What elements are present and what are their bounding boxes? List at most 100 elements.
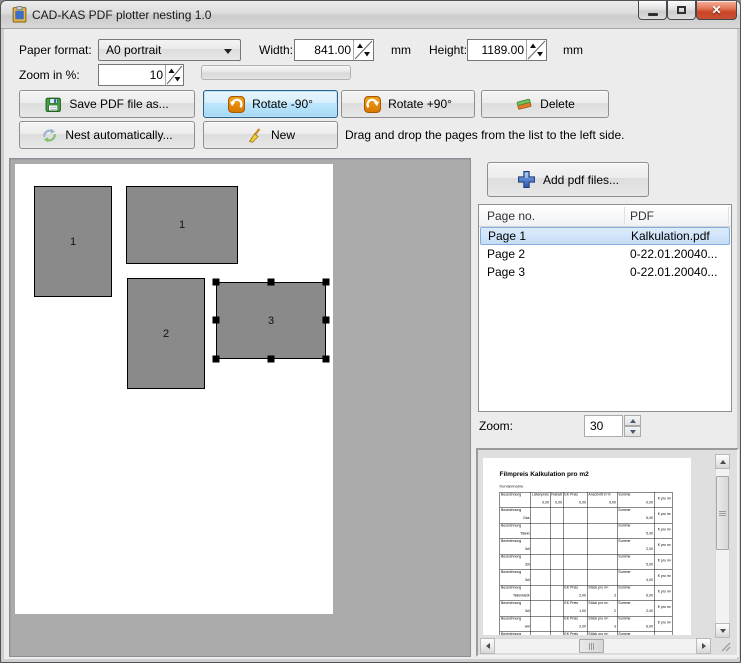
preview-vertical-scrollbar[interactable] <box>715 454 730 638</box>
maximize-button[interactable] <box>667 1 696 20</box>
nesting-canvas[interactable]: 1 1 2 3 <box>9 158 471 657</box>
scroll-up-button[interactable] <box>715 454 730 469</box>
save-pdf-button[interactable]: Save PDF file as... <box>19 90 195 118</box>
selection-handle-e[interactable] <box>323 317 330 324</box>
scroll-right-button[interactable] <box>696 638 711 654</box>
app-window: CAD-KAS PDF plotter nesting 1.0 ✕ Paper … <box>0 0 741 663</box>
height-input[interactable] <box>468 40 526 60</box>
selection-handle-sw[interactable] <box>213 356 220 363</box>
preview-zoom-input[interactable] <box>585 416 622 436</box>
column-divider[interactable] <box>728 207 729 224</box>
nested-page-1-landscape[interactable]: 1 <box>126 186 238 264</box>
page-no-cell: Page 2 <box>487 245 525 263</box>
scroll-down-button[interactable] <box>715 623 730 638</box>
column-header-pdf[interactable]: PDF <box>630 209 654 223</box>
spin-up-button[interactable] <box>624 415 641 426</box>
nested-page-3-selected[interactable]: 3 <box>216 282 326 359</box>
preview-table-cell: Rabatt0,00 <box>550 492 563 508</box>
preview-table-cell: Stück pro m²2 <box>587 601 617 617</box>
minimize-button[interactable] <box>638 1 667 20</box>
preview-table-cell: EK Preis1,00 <box>563 601 587 617</box>
preview-table-cell <box>531 601 550 617</box>
height-spin-buttons[interactable] <box>526 40 546 60</box>
preview-doc-subtitle: Kundenname <box>500 484 524 489</box>
preview-table-cell <box>587 554 617 570</box>
zoom-in-spin-buttons[interactable] <box>165 65 183 85</box>
paper-format-select[interactable]: A0 portrait <box>98 39 241 61</box>
selection-handle-s[interactable] <box>268 356 275 363</box>
selection-handle-nw[interactable] <box>213 279 220 286</box>
nested-page-2[interactable]: 2 <box>127 278 205 389</box>
width-input[interactable] <box>295 40 353 60</box>
preview-table-cell: Summe6,00 <box>617 616 654 632</box>
new-button[interactable]: New <box>203 121 338 149</box>
titlebar[interactable]: CAD-KAS PDF plotter nesting 1.0 ✕ <box>1 1 740 29</box>
column-divider[interactable] <box>624 207 625 224</box>
preview-table-cell: Bezeichnung3di <box>500 539 531 555</box>
preview-table-cell <box>654 632 672 635</box>
preview-table-cell: € pro m² <box>654 523 672 539</box>
close-button[interactable]: ✕ <box>696 1 737 20</box>
zoom-label: Zoom: <box>479 419 513 433</box>
preview-horizontal-scrollbar[interactable] <box>480 638 711 654</box>
delete-label: Delete <box>540 97 575 111</box>
pdf-cell: 0-22.01.20040... <box>630 245 717 263</box>
thumb-grip <box>719 511 726 516</box>
preview-table-cell: Anschnitt in %0,00 <box>587 492 617 508</box>
preview-table-cell <box>550 616 563 632</box>
list-row-page-3[interactable]: Page 3 0-22.01.20040... <box>479 263 731 281</box>
preview-table-cell: € pro m² <box>654 585 672 601</box>
preview-table-cell <box>531 570 550 586</box>
preview-table-cell: BezeichnungTeilenklebt <box>500 585 531 601</box>
new-label: New <box>271 128 295 142</box>
preview-table: BezeichnungListenpreis0,00Rabatt0,00EK P… <box>500 492 673 635</box>
selection-handle-n[interactable] <box>268 279 275 286</box>
selection-handle-w[interactable] <box>213 317 220 324</box>
preview-table-cell: € pro m² <box>654 601 672 617</box>
close-icon: ✕ <box>711 3 721 17</box>
rotate-right-button[interactable]: Rotate +90° <box>341 90 475 118</box>
paper-format-value: A0 portrait <box>106 43 161 57</box>
up-down-diagonal-icon <box>166 65 183 85</box>
selection-handle-se[interactable] <box>323 356 330 363</box>
zoom-trackbar[interactable] <box>201 65 351 80</box>
resize-grip-icon[interactable] <box>718 639 733 654</box>
page-number-label: 1 <box>70 236 76 248</box>
preview-table-cell <box>531 539 550 555</box>
add-pdf-files-button[interactable]: Add pdf files... <box>487 162 649 197</box>
preview-table-cell: Summe4,00 <box>617 570 654 586</box>
zoom-in-input[interactable] <box>99 65 165 85</box>
column-header-page-no[interactable]: Page no. <box>487 209 535 223</box>
list-row-page-1[interactable]: Page 1 Kalkulation.pdf <box>480 227 730 245</box>
width-unit: mm <box>391 43 411 57</box>
vertical-scroll-thumb[interactable] <box>716 476 729 550</box>
broom-icon <box>246 127 264 144</box>
rotate-left-button[interactable]: Rotate -90° <box>203 90 338 118</box>
spin-down-button[interactable] <box>624 426 641 437</box>
zoom-in-label: Zoom in %: <box>19 68 80 82</box>
list-header[interactable]: Page no. PDF <box>479 205 731 227</box>
recycle-arrows-icon <box>41 127 58 144</box>
rotate-right-label: Rotate +90° <box>388 97 452 111</box>
width-spin-buttons[interactable] <box>353 40 373 60</box>
paper-sheet[interactable]: 1 1 2 3 <box>15 164 333 614</box>
preview-table-cell: Summe0,00 <box>617 492 654 508</box>
horizontal-scroll-thumb[interactable] <box>579 639 604 653</box>
up-down-diagonal-icon <box>527 40 546 60</box>
nested-page-1-portrait[interactable]: 1 <box>34 186 112 297</box>
preview-table-cell <box>563 508 587 524</box>
scroll-left-button[interactable] <box>480 638 495 654</box>
list-row-page-2[interactable]: Page 2 0-22.01.20040... <box>479 245 731 263</box>
preview-table-cell <box>550 570 563 586</box>
preview-table-cell <box>550 539 563 555</box>
app-icon <box>11 6 28 23</box>
preview-table-cell <box>550 601 563 617</box>
nest-automatically-button[interactable]: Nest automatically... <box>19 121 195 149</box>
preview-table-cell: Summe5,00 <box>617 554 654 570</box>
width-field-group <box>294 39 374 61</box>
down-arrow-icon <box>630 430 636 434</box>
selection-handle-ne[interactable] <box>323 279 330 286</box>
preview-table-cell: € pro m² <box>654 492 672 508</box>
delete-button[interactable]: Delete <box>481 90 609 118</box>
preview-table-cell: EK Preis2,00 <box>563 616 587 632</box>
